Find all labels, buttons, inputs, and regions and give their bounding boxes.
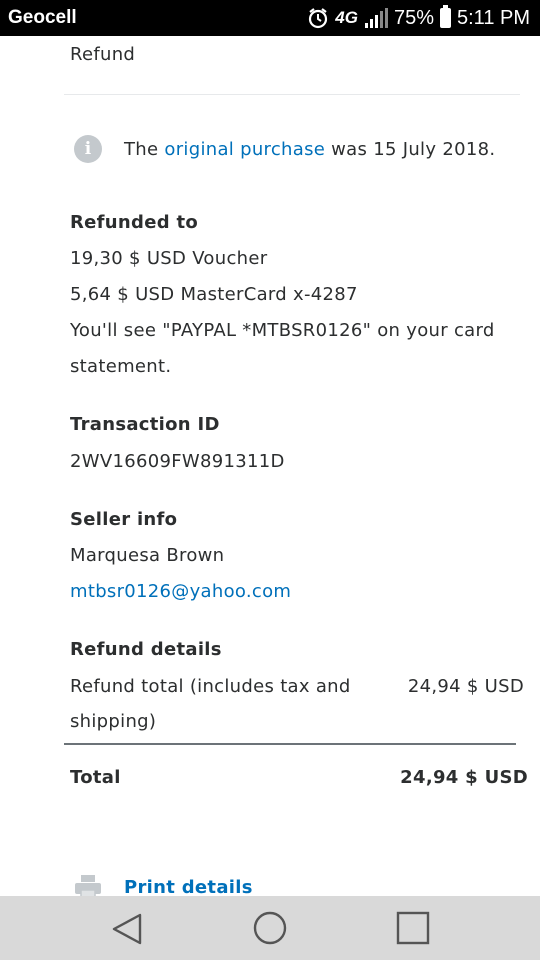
- seller-info-heading: Seller info: [70, 509, 178, 530]
- total-divider: [64, 743, 516, 745]
- refund-total-label-line2: shipping): [70, 711, 157, 732]
- info-icon: i: [74, 135, 102, 163]
- statement-note-line1: You'll see "PAYPAL *MTBSR0126" on your c…: [70, 320, 495, 341]
- purchase-info: The original purchase was 15 July 2018.: [124, 139, 495, 160]
- total-value: 24,94 $ USD: [400, 767, 528, 788]
- refund-details-heading: Refund details: [70, 639, 222, 660]
- network-type: 4G: [335, 8, 358, 27]
- refunded-to-heading: Refunded to: [70, 212, 199, 233]
- printer-icon: [74, 874, 102, 896]
- total-label: Total: [70, 767, 121, 788]
- seller-name: Marquesa Brown: [70, 545, 225, 566]
- refund-total-value: 24,94 $ USD: [407, 676, 524, 697]
- info-prefix: The: [124, 139, 165, 160]
- card-amount: 5,64 $ USD MasterCard x-4287: [70, 284, 358, 305]
- battery-percent: 75%: [393, 6, 434, 29]
- refund-content: Refund i The original purchase was 15 Ju…: [0, 36, 540, 896]
- info-suffix: was 15 July 2018.: [325, 139, 496, 160]
- page-title: Refund: [70, 44, 136, 65]
- transaction-id-heading: Transaction ID: [70, 414, 220, 435]
- navigation-bar: [0, 896, 540, 960]
- clock: 5:11 PM: [457, 6, 530, 29]
- original-purchase-link[interactable]: original purchase: [164, 139, 325, 160]
- print-details-button[interactable]: Print details: [74, 872, 253, 896]
- back-icon[interactable]: [110, 912, 144, 950]
- alarm-icon: [307, 7, 329, 29]
- refund-total-label-line1: Refund total (includes tax and: [70, 676, 351, 697]
- home-icon[interactable]: [253, 911, 287, 949]
- status-bar: Geocell 4G 75% 5:11 PM: [0, 0, 540, 36]
- transaction-id: 2WV16609FW891311D: [70, 451, 285, 472]
- status-icons: 4G 75% 5:11 PM: [307, 5, 530, 31]
- signal-icon: [364, 8, 388, 28]
- statement-note-line2: statement.: [70, 356, 172, 377]
- carrier-name: Geocell: [8, 7, 77, 28]
- print-details-label: Print details: [124, 876, 253, 897]
- seller-email-link[interactable]: mtbsr0126@yahoo.com: [70, 581, 291, 602]
- voucher-amount: 19,30 $ USD Voucher: [70, 248, 268, 269]
- header-divider: [64, 94, 520, 95]
- recents-icon[interactable]: [396, 911, 430, 949]
- battery-icon: [440, 5, 451, 28]
